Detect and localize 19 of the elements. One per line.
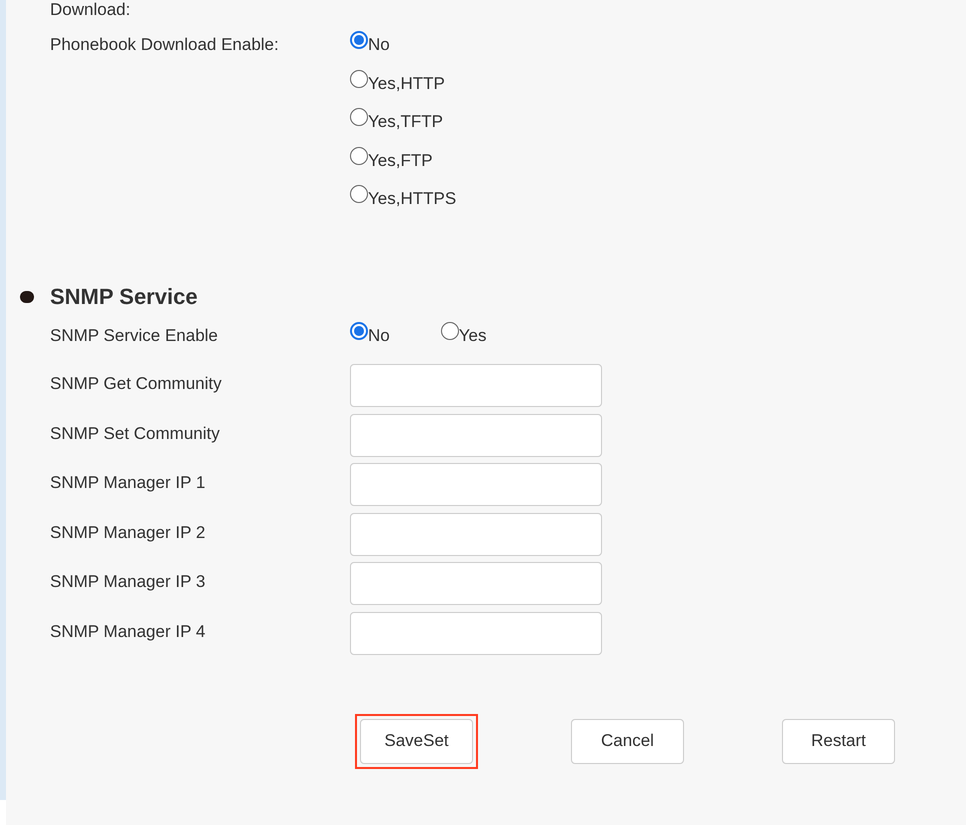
field-label: SNMP Manager IP 1 — [50, 473, 206, 493]
field-label: SNMP Set Community — [50, 424, 221, 444]
text-field[interactable] — [350, 562, 602, 605]
section-label: Download: — [50, 0, 132, 20]
field-label: SNMP Manager IP 3 — [50, 572, 206, 592]
field-label: SNMP Manager IP 2 — [50, 522, 206, 542]
text-field[interactable] — [350, 414, 602, 456]
field-label: SNMP Manager IP 4 — [50, 622, 206, 642]
field-label: SNMP Get Community — [50, 374, 223, 394]
action-button[interactable]: Cancel — [571, 718, 684, 764]
text-field[interactable] — [350, 463, 602, 506]
text-field[interactable] — [350, 512, 602, 556]
text-field[interactable] — [350, 612, 602, 654]
action-button[interactable]: SaveSet — [360, 718, 473, 764]
field-label: Phonebook Download Enable: — [50, 35, 280, 55]
field-label: SNMP Service Enable — [50, 326, 219, 346]
action-button[interactable]: Restart — [782, 718, 895, 764]
section-title: SNMP Service — [50, 284, 198, 310]
text-field[interactable] — [350, 364, 602, 407]
